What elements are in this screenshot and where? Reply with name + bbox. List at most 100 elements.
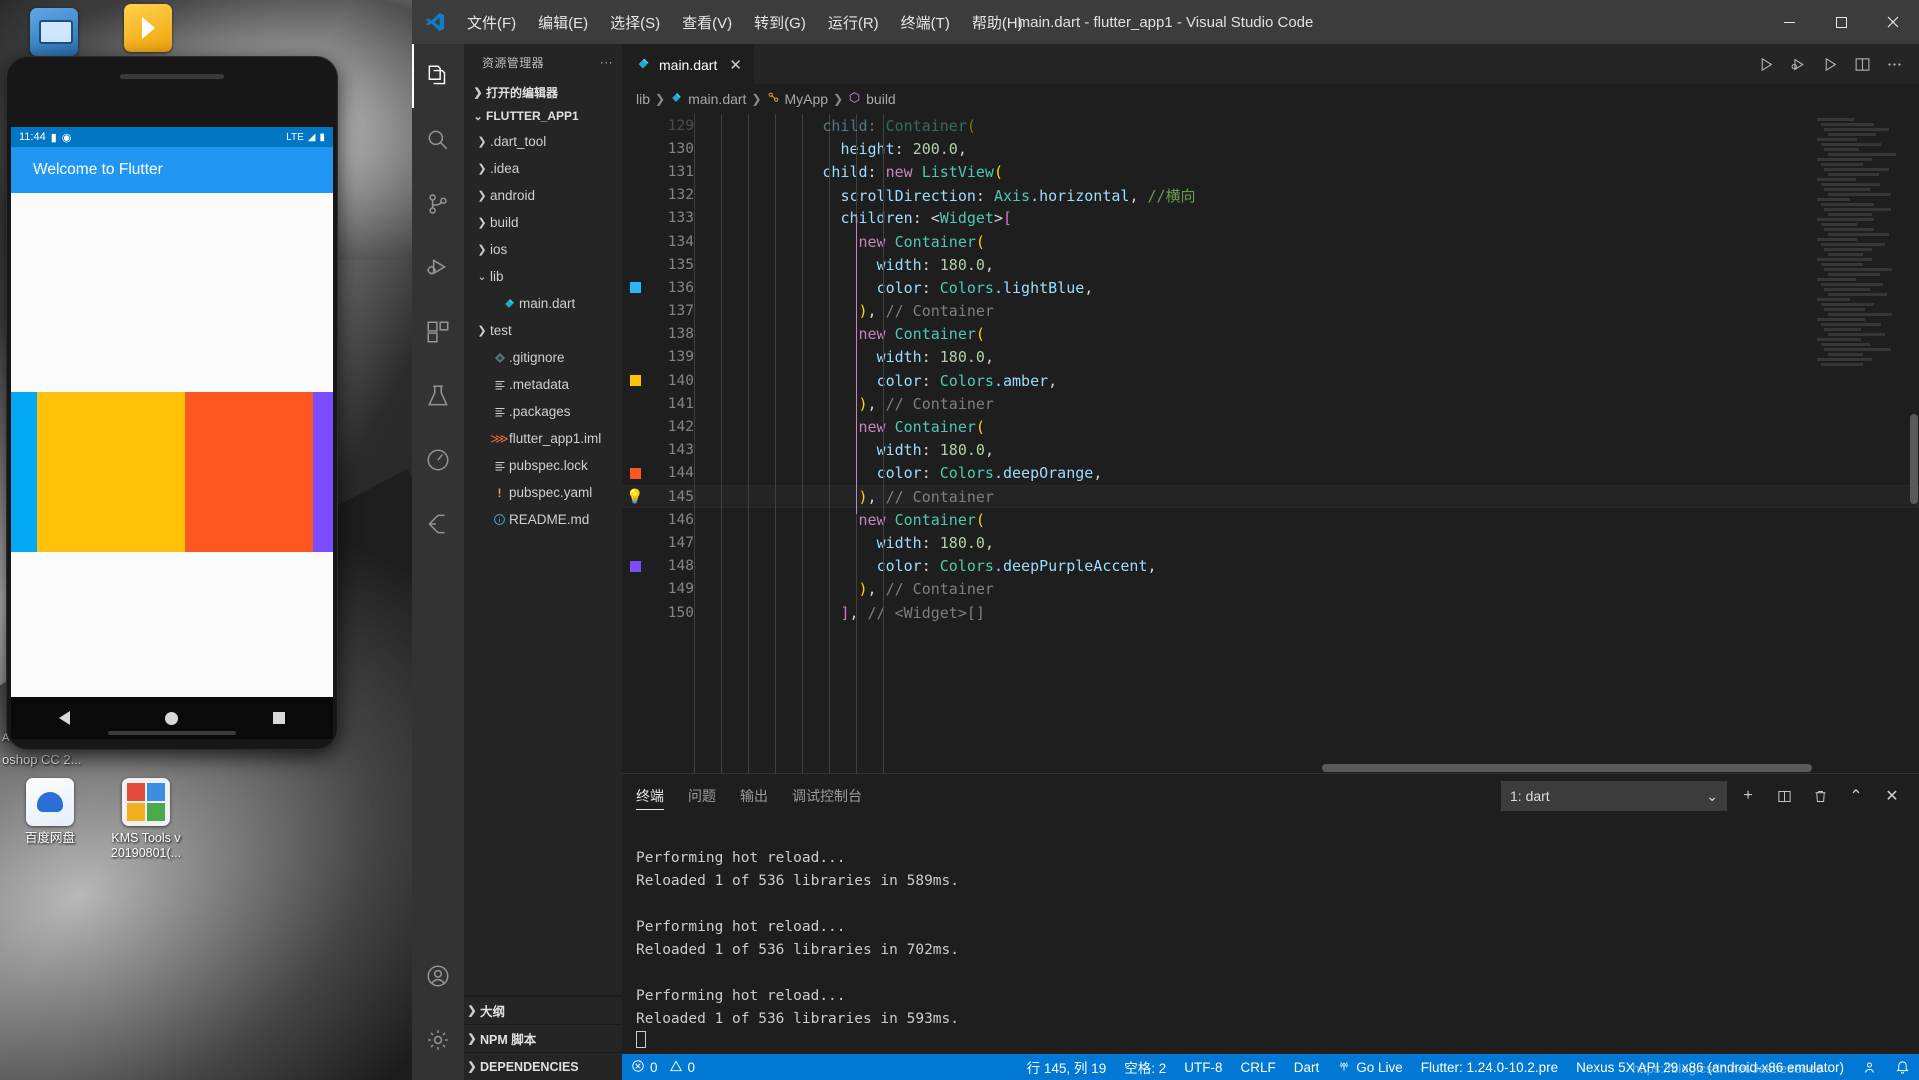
code-line-130[interactable]: 130 height: 200.0, xyxy=(622,137,1919,160)
sidebar-item-flutter[interactable] xyxy=(412,492,464,556)
code-line-131[interactable]: 131 child: new ListView( xyxy=(622,160,1919,183)
code-line-138[interactable]: 138 new Container( xyxy=(622,323,1919,346)
sidebar-item-source-control[interactable] xyxy=(412,172,464,236)
sidebar-item-testing[interactable] xyxy=(412,364,464,428)
code-line-139[interactable]: 139 width: 180.0, xyxy=(622,346,1919,369)
desktop-icon-baidu[interactable]: 百度网盘 xyxy=(12,778,88,846)
sidebar-item-extensions[interactable] xyxy=(412,300,464,364)
back-icon[interactable] xyxy=(58,711,70,725)
tree-item-build[interactable]: ❯ build xyxy=(464,209,622,236)
tree-item-android[interactable]: ❯ android xyxy=(464,182,622,209)
tree-item-pubspec-lock[interactable]: pubspec.lock xyxy=(464,452,622,479)
minimize-icon[interactable] xyxy=(1763,0,1815,44)
breadcrumb-item-MyApp[interactable]: MyApp xyxy=(767,91,828,107)
horizontal-scrollbar[interactable] xyxy=(1322,764,1812,772)
terminal-output[interactable]: Performing hot reload... Reloaded 1 of 53… xyxy=(622,818,1919,1054)
status-cursor-position[interactable]: 行 145, 列 19 xyxy=(1018,1054,1116,1080)
sidebar-section-1[interactable]: ❯ NPM 脚本 xyxy=(464,1024,622,1052)
split-terminal-icon[interactable] xyxy=(1769,781,1799,811)
close-icon[interactable]: ✕ xyxy=(729,56,742,74)
menu-item-1[interactable]: 编辑(E) xyxy=(527,7,599,38)
menu-item-0[interactable]: 文件(F) xyxy=(456,7,527,38)
tree-item-lib[interactable]: ⌄ lib xyxy=(464,263,622,290)
code-line-146[interactable]: 146 new Container( xyxy=(622,508,1919,531)
recents-icon[interactable] xyxy=(273,712,286,724)
debug-icon[interactable] xyxy=(1783,49,1813,79)
sidebar-sections[interactable]: ❯ 大纲 ❯ NPM 脚本 ❯ DEPENDENCIES xyxy=(464,995,622,1080)
accounts-icon[interactable] xyxy=(412,944,464,1008)
code-line-149[interactable]: 149 ), // Container xyxy=(622,578,1919,601)
panel-tabs[interactable]: 终端 问题 输出 调试控制台 1: dart ⌄ + ⌃ ✕ xyxy=(622,774,1919,818)
manage-settings-icon[interactable] xyxy=(412,1008,464,1072)
split-editor-icon[interactable] xyxy=(1847,49,1877,79)
tree-item-test[interactable]: ❯ test xyxy=(464,317,622,344)
status-encoding[interactable]: UTF-8 xyxy=(1175,1054,1231,1080)
new-terminal-icon[interactable]: + xyxy=(1733,781,1763,811)
breadcrumb-item-build[interactable]: build xyxy=(848,91,896,107)
desktop-icon-kms[interactable]: KMS Tools v 20190801(... xyxy=(108,778,184,861)
close-panel-icon[interactable]: ✕ xyxy=(1877,781,1907,811)
sidebar-item-explorer[interactable] xyxy=(412,44,464,108)
activity-bar[interactable] xyxy=(412,44,464,1080)
code-line-142[interactable]: 142 new Container( xyxy=(622,415,1919,438)
home-icon[interactable] xyxy=(164,711,178,725)
sidebar-item-run-and-debug[interactable] xyxy=(412,236,464,300)
code-line-132[interactable]: 132 scrollDirection: Axis.horizontal, //… xyxy=(622,184,1919,207)
code-line-137[interactable]: 137 ), // Container xyxy=(622,300,1919,323)
code-editor[interactable]: 129 child: Container(130 height: 200.0, 1… xyxy=(622,114,1919,773)
code-line-143[interactable]: 143 width: 180.0, xyxy=(622,439,1919,462)
code-line-150[interactable]: 150 ], // <Widget>[] xyxy=(622,601,1919,624)
desktop-icon-network[interactable] xyxy=(16,8,92,61)
sidebar-item-dart-devtools[interactable] xyxy=(412,428,464,492)
tree-item-flutter-app1-iml[interactable]: ⋙ flutter_app1.iml xyxy=(464,425,622,452)
menu-item-5[interactable]: 运行(R) xyxy=(817,7,890,38)
code-line-135[interactable]: 135 width: 180.0, xyxy=(622,253,1919,276)
file-tree[interactable]: ❯ .dart_tool ❯ .idea ❯ android ❯ build ❯ ios ⌄ lib m… xyxy=(464,128,622,995)
tree-item-readme-md[interactable]: README.md xyxy=(464,506,622,533)
sidebar-section-0[interactable]: ❯ 大纲 xyxy=(464,996,622,1024)
tree-item-main-dart[interactable]: main.dart xyxy=(464,290,622,317)
code-line-129[interactable]: 129 child: Container( xyxy=(622,114,1919,137)
editor-tabs[interactable]: main.dart ✕ xyxy=(622,44,1919,84)
menu-item-2[interactable]: 选择(S) xyxy=(599,7,671,38)
status-account-icon[interactable] xyxy=(1853,1054,1886,1080)
tree-item--dart-tool[interactable]: ❯ .dart_tool xyxy=(464,128,622,155)
status-language-mode[interactable]: Dart xyxy=(1285,1054,1329,1080)
phone-screen[interactable]: 11:44 ▮ ◉ LTE ◢ ▮ Welcome to Flutter xyxy=(11,127,333,697)
project-root-section[interactable]: ⌄ FLUTTER_APP1 xyxy=(464,104,622,128)
minimap[interactable] xyxy=(1817,118,1909,773)
menu-item-7[interactable]: 帮助(H) xyxy=(961,7,1034,38)
editor-scrollbar[interactable] xyxy=(1909,114,1919,773)
code-line-148[interactable]: 148 color: Colors.deepPurpleAccent, xyxy=(622,555,1919,578)
panel-tab-输出[interactable]: 输出 xyxy=(740,774,768,818)
editor-actions[interactable] xyxy=(1751,44,1919,84)
flutter-listview-stripes[interactable] xyxy=(11,392,333,552)
status-notifications-icon[interactable] xyxy=(1886,1054,1919,1080)
terminal-selector[interactable]: 1: dart ⌄ xyxy=(1501,781,1727,811)
status-go-live[interactable]: Go Live xyxy=(1328,1054,1412,1080)
breadcrumb-item-main-dart[interactable]: main.dart xyxy=(670,91,746,107)
tree-item-pubspec-yaml[interactable]: ! pubspec.yaml xyxy=(464,479,622,506)
code-line-144[interactable]: 144 color: Colors.deepOrange, xyxy=(622,462,1919,485)
sidebar-section-2[interactable]: ❯ DEPENDENCIES xyxy=(464,1052,622,1080)
window-controls[interactable] xyxy=(1763,0,1919,44)
maximize-panel-icon[interactable]: ⌃ xyxy=(1841,781,1871,811)
open-editors-section[interactable]: ❯ 打开的编辑器 xyxy=(464,80,622,104)
status-indentation[interactable]: 空格: 2 xyxy=(1115,1054,1175,1080)
sidebar-item-search[interactable] xyxy=(412,108,464,172)
breadcrumb[interactable]: lib ❯ main.dart ❯ MyApp ❯ build xyxy=(622,84,1919,114)
tree-item--idea[interactable]: ❯ .idea xyxy=(464,155,622,182)
panel-actions[interactable]: 1: dart ⌄ + ⌃ ✕ xyxy=(1501,781,1919,811)
menu-item-3[interactable]: 查看(V) xyxy=(671,7,743,38)
tree-item-ios[interactable]: ❯ ios xyxy=(464,236,622,263)
terminal-prompt[interactable] xyxy=(636,1031,1919,1054)
menu-bar[interactable]: 文件(F) 编辑(E) 选择(S) 查看(V) 转到(G) 运行(R) 终端(T) 帮助(H) xyxy=(456,7,1034,38)
tree-item--metadata[interactable]: .metadata xyxy=(464,371,622,398)
code-line-147[interactable]: 147 width: 180.0, xyxy=(622,531,1919,554)
code-line-134[interactable]: 134 new Container( xyxy=(622,230,1919,253)
tree-item--gitignore[interactable]: .gitignore xyxy=(464,344,622,371)
panel-tab-问题[interactable]: 问题 xyxy=(688,774,716,818)
code-line-136[interactable]: 136 color: Colors.lightBlue, xyxy=(622,276,1919,299)
code-line-145[interactable]: 💡 145 ), // Container xyxy=(622,485,1919,509)
tree-item--packages[interactable]: .packages xyxy=(464,398,622,425)
